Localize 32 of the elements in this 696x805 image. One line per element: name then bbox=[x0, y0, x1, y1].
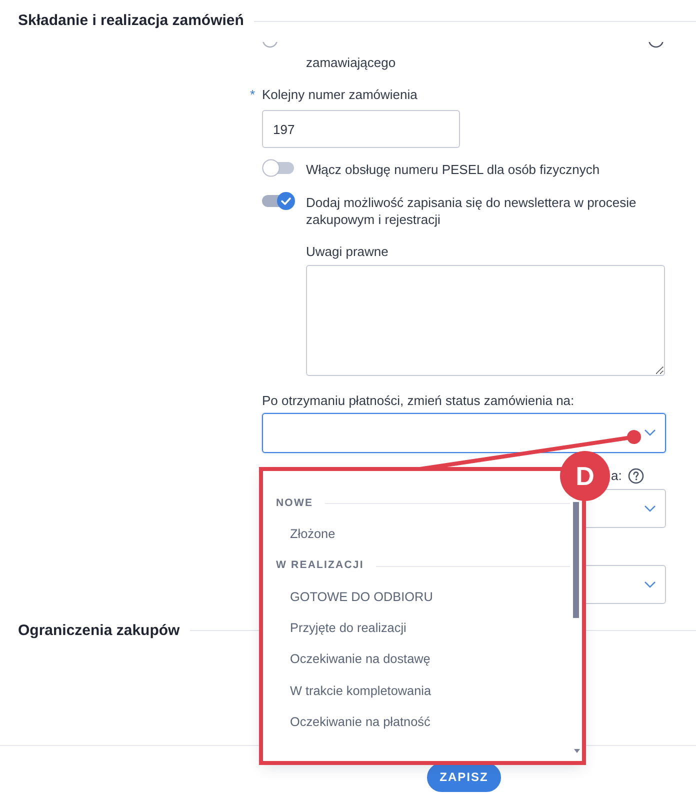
order-number-field[interactable]: 197 bbox=[262, 110, 460, 148]
status-select[interactable] bbox=[262, 412, 666, 452]
chevron-down-icon bbox=[644, 429, 656, 436]
group-heading: W REALIZACJI bbox=[276, 558, 364, 574]
scroll-down-arrow-icon[interactable] bbox=[574, 749, 580, 753]
field-label: Uwagi prawne bbox=[306, 242, 388, 261]
radio-button[interactable] bbox=[262, 42, 278, 48]
section-title: Składanie i realizacja zamówień bbox=[18, 11, 244, 31]
scrollbar-thumb[interactable] bbox=[573, 502, 579, 618]
legal-notes-field[interactable] bbox=[306, 264, 665, 376]
group-heading: NOWE bbox=[276, 496, 314, 511]
menu-option[interactable]: Przyjęte do realizacji bbox=[263, 613, 570, 644]
help-icon[interactable] bbox=[628, 468, 644, 484]
check-icon bbox=[277, 192, 295, 210]
field-label: * Kolejny numer zamówienia bbox=[250, 86, 418, 104]
toggle-switch[interactable] bbox=[262, 192, 295, 210]
menu-option[interactable]: Oczekiwanie na dostawę bbox=[263, 644, 570, 676]
chevron-down-icon bbox=[644, 504, 656, 512]
section-title: Ograniczenia zakupów bbox=[18, 620, 180, 640]
option-label: zamawiającego bbox=[306, 54, 396, 72]
menu-option[interactable]: Złożone bbox=[263, 519, 570, 551]
menu-option[interactable]: GOTOWE DO ODBIORU bbox=[263, 582, 570, 614]
menu-option[interactable]: W trakcie kompletowania bbox=[263, 676, 570, 708]
save-button[interactable]: ZAPISZ bbox=[427, 763, 501, 792]
chevron-down-icon bbox=[644, 580, 656, 588]
help-icon[interactable] bbox=[648, 42, 664, 48]
toggle-label: Włącz obsługę numeru PESEL dla osób fizycznych bbox=[306, 161, 600, 178]
field-label: Po otrzymaniu płatności, zmień status zamówienia na: bbox=[262, 392, 574, 410]
menu-option[interactable]: Oczekiwanie na płatność bbox=[263, 707, 570, 738]
field-label: a: bbox=[611, 466, 622, 484]
toggle-label: Dodaj możliwość zapisania się do newslettera w procesie zakupowym i rejestracji bbox=[306, 194, 638, 228]
toggle-switch[interactable] bbox=[262, 159, 295, 177]
